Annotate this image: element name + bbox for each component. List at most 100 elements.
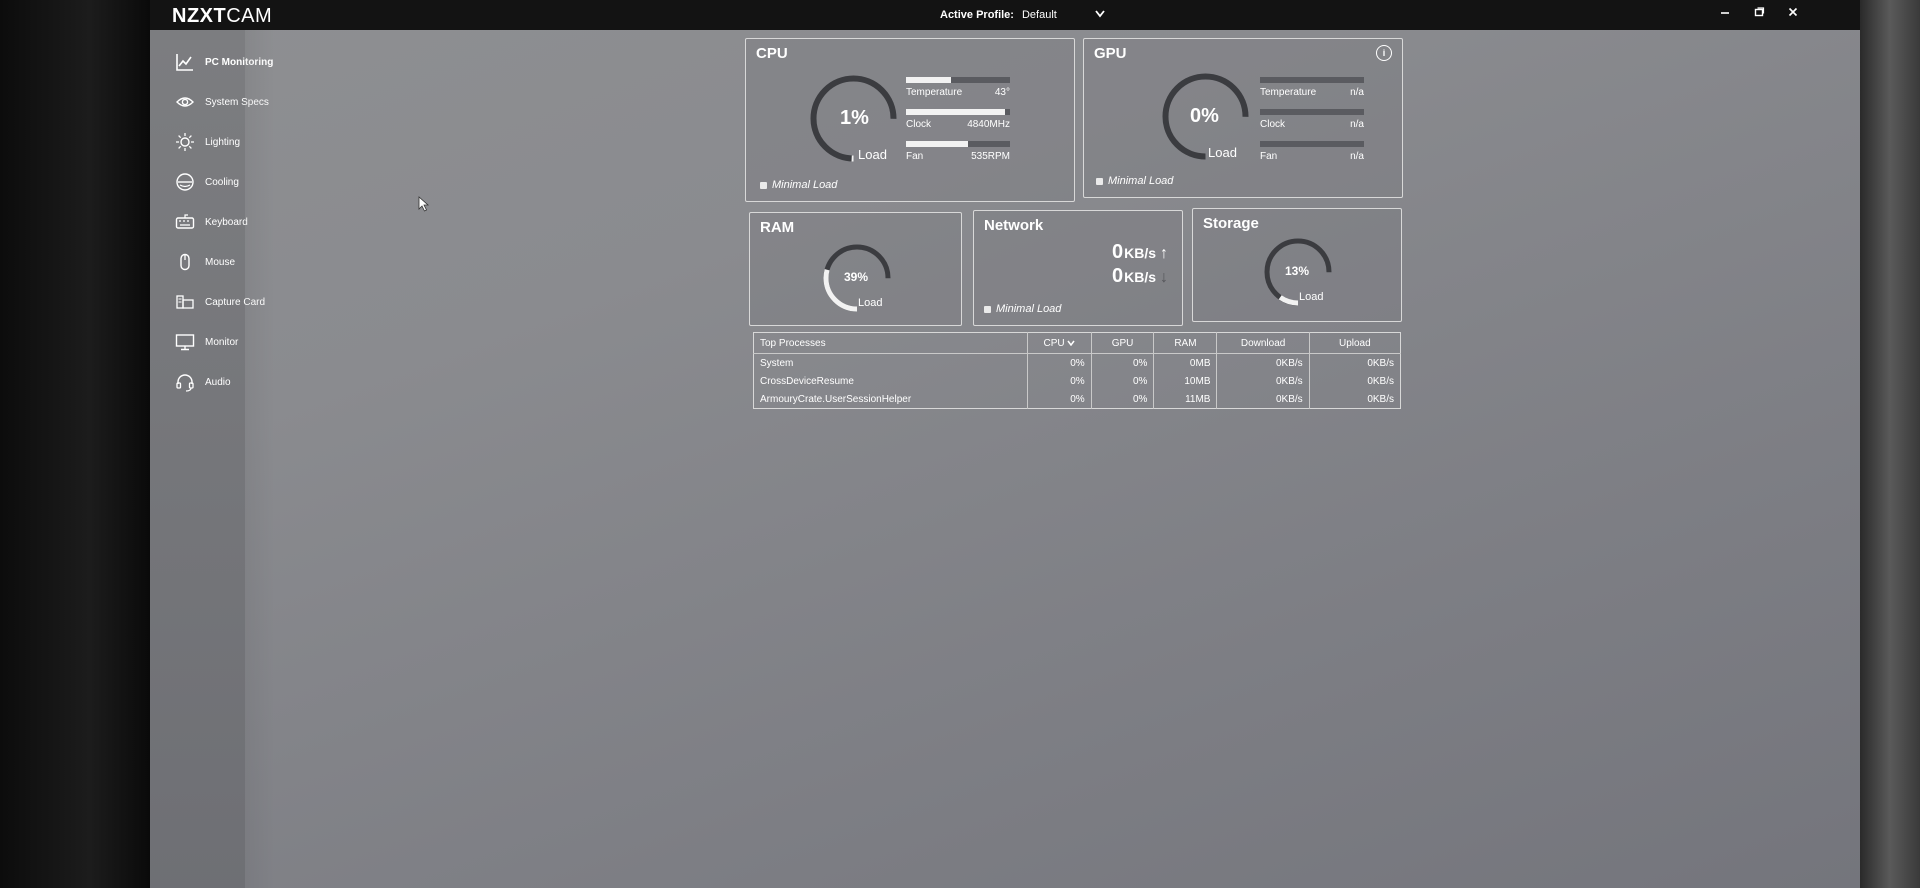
cpu-fan-bar — [906, 141, 969, 147]
headset-icon — [175, 372, 195, 392]
sidebar-item-capture-card[interactable]: Capture Card — [150, 282, 265, 322]
eye-icon — [175, 92, 195, 112]
cpu-load-label: Load — [858, 147, 887, 162]
monitor-bezel-right — [1860, 0, 1920, 888]
mouse-cursor — [418, 196, 430, 217]
cpu-load-value: 1% — [840, 107, 869, 129]
sidebar-item-pc-monitoring[interactable]: PC Monitoring — [150, 42, 273, 82]
cpu-metric-fan: Fan 535RPM — [906, 141, 1010, 173]
sidebar-item-lighting[interactable]: Lighting — [150, 122, 245, 162]
ram-card: RAM 39% Load — [749, 212, 962, 326]
process-cpu: 0% — [1027, 390, 1092, 409]
gpu-metric-clock: Clock n/a — [1260, 109, 1364, 141]
monitor-bezel-left — [0, 0, 150, 888]
table-row[interactable]: ArmouryCrate.UserSessionHelper 0% 0% 11M… — [754, 390, 1401, 409]
col-gpu[interactable]: GPU — [1090, 332, 1154, 354]
cpu-status: Minimal Load — [760, 179, 837, 191]
network-card-title: Network — [984, 217, 1044, 234]
sidebar-item-audio[interactable]: Audio — [150, 362, 245, 402]
monitor-icon — [175, 332, 195, 352]
col-cpu[interactable]: CPU — [1027, 332, 1092, 354]
metric-label: Temperature — [906, 87, 963, 98]
cpu-metric-clock: Clock 4840MHz — [906, 109, 1010, 141]
cpu-metric-temperature: Temperature 43° — [906, 77, 1010, 109]
window-controls — [1718, 5, 1800, 21]
sidebar-item-mouse[interactable]: Mouse — [150, 242, 245, 282]
gpu-load-label: Load — [1208, 145, 1237, 160]
sidebar-item-label: Audio — [205, 376, 231, 388]
process-upload: 0KB/s — [1308, 390, 1401, 409]
cpu-card-title: CPU — [756, 45, 788, 62]
ram-load-label: Load — [858, 297, 883, 309]
sidebar-item-cooling[interactable]: Cooling — [150, 162, 245, 202]
chevron-down-icon — [1067, 338, 1075, 349]
metric-value: 4840MHz — [967, 119, 1010, 130]
network-upload: 0 KB/s ↑ — [1111, 241, 1168, 263]
col-upload[interactable]: Upload — [1308, 332, 1401, 354]
col-top-processes[interactable]: Top Processes — [753, 332, 1028, 354]
process-ram: 0MB — [1153, 353, 1217, 372]
gpu-load-gauge: 0% Load — [1158, 69, 1253, 164]
status-dot — [1096, 177, 1103, 185]
cpu-clock-bar — [906, 109, 1005, 115]
table-row[interactable]: System 0% 0% 0MB 0KB/s 0KB/s — [754, 353, 1401, 372]
metric-value: n/a — [1350, 87, 1364, 98]
sidebar-item-label: Monitor — [205, 336, 239, 348]
gpu-card-title: GPU — [1094, 45, 1127, 62]
cpu-temperature-bar — [906, 77, 951, 83]
sidebar-item-system-specs[interactable]: System Specs — [150, 82, 269, 122]
metric-label: Temperature — [1260, 87, 1317, 98]
sun-icon — [175, 132, 195, 152]
app-logo: NZXTCAM — [172, 5, 273, 27]
metric-label: Clock — [906, 119, 932, 130]
table-header-row: Top Processes CPU GPU RAM Download Uploa… — [753, 332, 1401, 354]
cpu-load-gauge: 1% Load — [806, 71, 901, 166]
sidebar-item-label: Lighting — [205, 136, 241, 148]
col-ram[interactable]: RAM — [1153, 332, 1217, 354]
process-gpu: 0% — [1090, 372, 1154, 390]
ram-load-value: 39% — [844, 270, 869, 284]
table-row[interactable]: CrossDeviceResume 0% 0% 10MB 0KB/s 0KB/s — [754, 372, 1401, 390]
sidebar-nav: PC Monitoring System Specs Lighting Cool… — [150, 30, 273, 888]
sidebar-item-keyboard[interactable]: Keyboard — [150, 202, 248, 242]
process-upload: 0KB/s — [1308, 353, 1401, 372]
arrow-down-icon: ↓ — [1160, 269, 1168, 286]
sidebar-item-label: Keyboard — [205, 216, 248, 228]
process-cpu: 0% — [1027, 353, 1092, 372]
active-profile-value[interactable]: Default — [1022, 9, 1057, 21]
status-dot — [760, 181, 767, 189]
close-icon[interactable] — [1786, 5, 1800, 21]
ram-card-title: RAM — [760, 219, 795, 236]
col-download[interactable]: Download — [1216, 332, 1310, 354]
title-bar: NZXTCAM Active Profile: Default — [150, 0, 1860, 30]
process-name: System — [760, 357, 794, 369]
gpu-load-value: 0% — [1190, 105, 1219, 127]
process-download: 0KB/s — [1216, 390, 1310, 409]
cpu-metrics: Temperature 43° Clock 4840MHz Fan 535RPM — [906, 77, 1010, 173]
capture-card-icon — [175, 292, 195, 312]
process-gpu: 0% — [1090, 353, 1154, 372]
gpu-card: GPU i 0% Load Temperature n/a Clock n/a — [1083, 38, 1403, 198]
metric-label: Fan — [1260, 151, 1278, 162]
process-cpu: 0% — [1027, 372, 1092, 390]
storage-load-label: Load — [1299, 291, 1324, 303]
process-name: ArmouryCrate.UserSessionHelper — [760, 393, 912, 405]
process-download: 0KB/s — [1216, 372, 1310, 390]
storage-load-gauge: 13% Load — [1261, 235, 1335, 309]
minimize-icon[interactable] — [1718, 5, 1732, 21]
active-profile-selector[interactable]: Active Profile: Default — [940, 9, 1105, 21]
cpu-card: CPU 1% Load Temperature 43° Clock 4840MH… — [745, 38, 1075, 202]
chevron-down-icon[interactable] — [1095, 9, 1105, 21]
gpu-metric-fan: Fan n/a — [1260, 141, 1364, 173]
network-card: Network 0 KB/s ↑ 0 KB/s ↓ Minimal Load — [973, 210, 1183, 326]
sidebar-item-monitor[interactable]: Monitor — [150, 322, 245, 362]
maximize-icon[interactable] — [1752, 5, 1766, 21]
metric-value: 535RPM — [971, 151, 1010, 162]
metric-value: n/a — [1350, 119, 1364, 130]
metric-value: 43° — [994, 87, 1010, 98]
network-status: Minimal Load — [984, 303, 1061, 315]
network-download: 0 KB/s ↓ — [1111, 265, 1168, 287]
info-icon[interactable]: i — [1376, 45, 1392, 61]
mouse-icon — [175, 252, 195, 272]
storage-load-value: 13% — [1285, 264, 1310, 278]
